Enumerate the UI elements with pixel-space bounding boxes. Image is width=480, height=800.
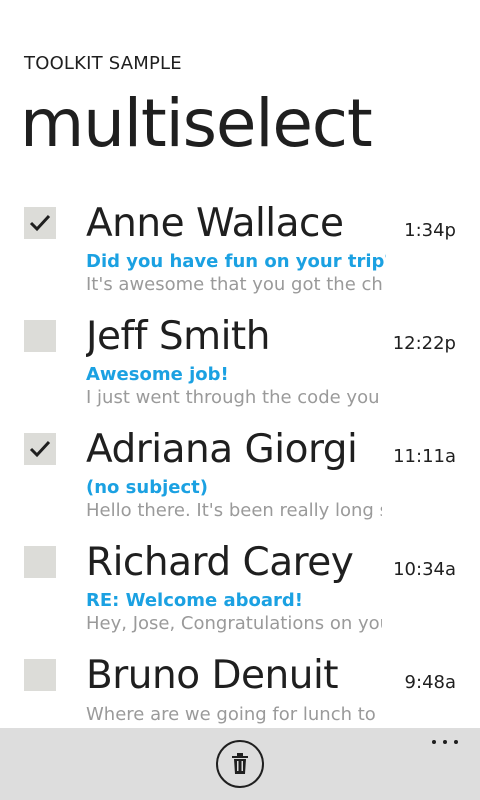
ellipsis-dot <box>443 740 447 744</box>
message-item-bruno-denuit[interactable]: Bruno Denuit 9:48a Where are we going fo… <box>0 647 480 728</box>
message-subject: Awesome job! <box>86 364 229 385</box>
message-time: 11:11a <box>393 446 456 467</box>
message-preview: Hey, Jose, Congratulations on you <box>86 613 382 634</box>
message-preview: It's awesome that you got the cha <box>86 274 382 295</box>
message-preview: I just went through the code you s <box>86 387 382 408</box>
application-bar <box>0 728 480 800</box>
message-checkbox[interactable] <box>24 433 56 465</box>
message-checkbox[interactable] <box>24 659 56 691</box>
message-sender: Richard Carey <box>86 540 354 585</box>
message-time: 10:34a <box>393 559 456 580</box>
message-item-adriana-giorgi[interactable]: Adriana Giorgi 11:11a (no subject) Hello… <box>0 421 480 534</box>
message-subject: (no subject) <box>86 477 208 498</box>
page-title: multiselect <box>20 85 373 162</box>
message-time: 9:48a <box>404 672 456 693</box>
message-preview: Where are we going for lunch to <box>86 704 376 725</box>
message-item-jeff-smith[interactable]: Jeff Smith 12:22p Awesome job! I just we… <box>0 308 480 421</box>
app-title: TOOLKIT SAMPLE <box>24 53 182 74</box>
message-item-anne-wallace[interactable]: Anne Wallace 1:34p Did you have fun on y… <box>0 195 480 308</box>
message-checkbox[interactable] <box>24 546 56 578</box>
message-subject: Did you have fun on your trip? <box>86 251 386 272</box>
message-checkbox[interactable] <box>24 207 56 239</box>
ellipsis-dot <box>432 740 436 744</box>
message-list[interactable]: Anne Wallace 1:34p Did you have fun on y… <box>0 195 480 728</box>
message-preview: Hello there. It's been really long si <box>86 500 382 521</box>
multiselect-screen: TOOLKIT SAMPLE multiselect Anne Wallace … <box>0 0 480 800</box>
checkmark-icon <box>29 440 51 458</box>
message-time: 12:22p <box>392 333 456 354</box>
more-options-button[interactable] <box>426 730 466 754</box>
message-subject: RE: Welcome aboard! <box>86 590 303 611</box>
trash-icon <box>232 753 248 774</box>
message-sender: Jeff Smith <box>86 314 270 359</box>
ellipsis-dot <box>454 740 458 744</box>
message-sender: Bruno Denuit <box>86 653 339 698</box>
checkmark-icon <box>29 214 51 232</box>
message-checkbox[interactable] <box>24 320 56 352</box>
message-time: 1:34p <box>404 220 456 241</box>
delete-button[interactable] <box>216 740 264 788</box>
message-item-richard-carey[interactable]: Richard Carey 10:34a RE: Welcome aboard!… <box>0 534 480 647</box>
message-sender: Anne Wallace <box>86 201 344 246</box>
message-sender: Adriana Giorgi <box>86 427 358 472</box>
